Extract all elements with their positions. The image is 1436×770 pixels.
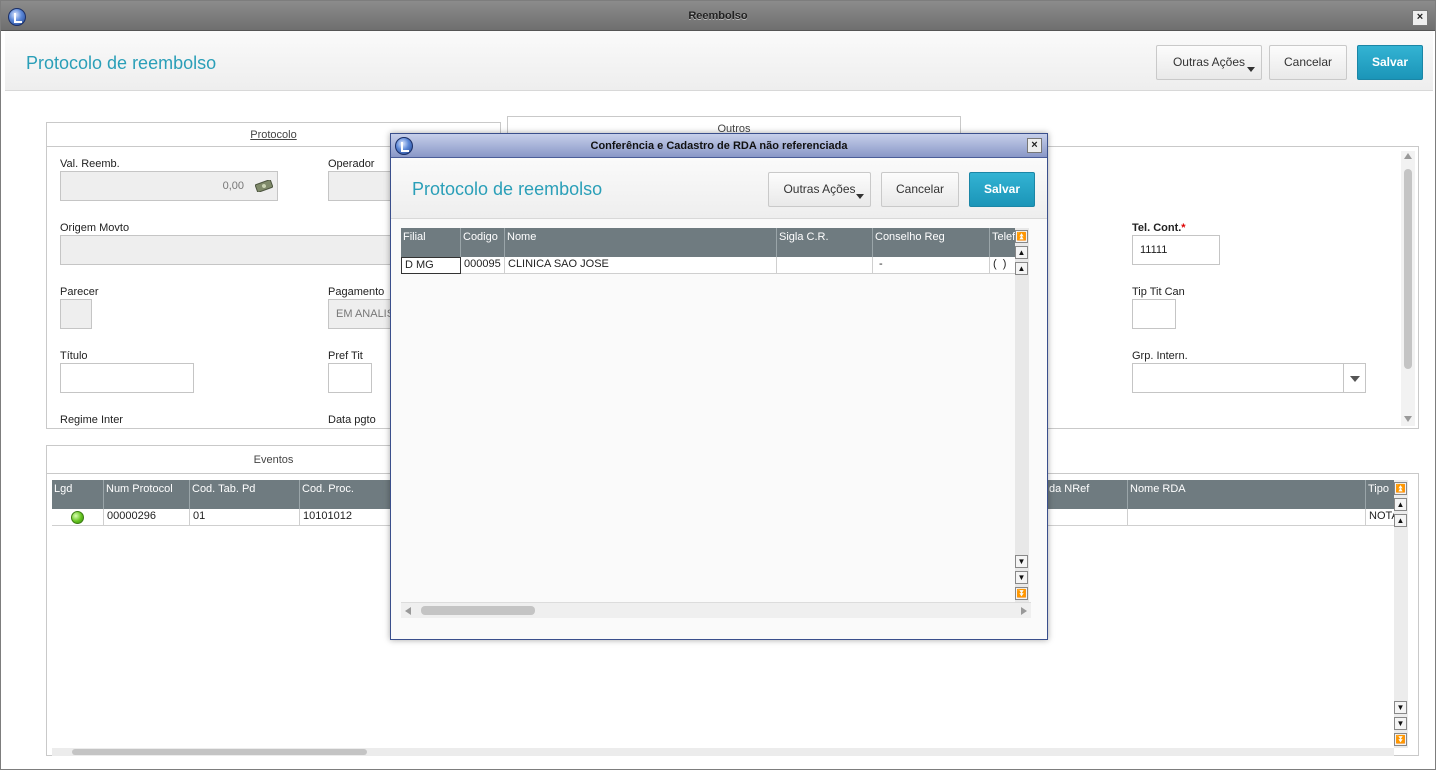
scroll-up-icon[interactable] (1404, 153, 1412, 159)
rda-horizontal-scrollbar[interactable] (401, 602, 1031, 618)
chevron-down-icon (856, 194, 864, 199)
cell-cod-tab-pd[interactable]: 01 (190, 509, 300, 526)
titulo-field[interactable] (60, 363, 194, 393)
grp-intern-dropdown-button[interactable] (1343, 364, 1365, 392)
scrollbar-thumb[interactable] (1404, 169, 1412, 369)
cancel-button[interactable]: Cancelar (1269, 45, 1347, 80)
operador-label: Operador (328, 158, 375, 170)
pref-tit-label: Pref Tit (328, 350, 363, 362)
col-nome[interactable]: Nome (505, 228, 777, 257)
next-page-button[interactable]: ▼ (1015, 571, 1028, 584)
prev-record-button[interactable]: ▲ (1015, 262, 1028, 275)
window-close-button[interactable]: × (1412, 10, 1428, 26)
col-filial[interactable]: Filial (401, 228, 461, 257)
scroll-right-icon[interactable] (1021, 607, 1027, 615)
tip-tit-can-label: Tip Tit Can (1132, 286, 1185, 298)
status-dot-icon (71, 511, 84, 524)
table-row[interactable]: D MG 000095 CLINICA SAO JOSE - ( ) (401, 257, 1015, 274)
scroll-left-icon[interactable] (405, 607, 411, 615)
val-reemb-field[interactable]: 0,00 (60, 171, 278, 201)
operador-field[interactable] (328, 171, 398, 201)
cell-conselho-reg[interactable]: - (873, 257, 990, 274)
origem-movto-field[interactable] (60, 235, 400, 265)
col-cod-proc[interactable]: Cod. Proc. (300, 480, 395, 509)
tel-cont-label: Tel. Cont. (1132, 222, 1186, 234)
col-codigo[interactable]: Codigo (461, 228, 505, 257)
next-record-button[interactable]: ▼ (1394, 701, 1407, 714)
grp-intern-label: Grp. Intern. (1132, 350, 1188, 362)
dialog-titlebar: Conferência e Cadastro de RDA não refere… (391, 134, 1047, 158)
next-record-button[interactable]: ▼ (1015, 555, 1028, 568)
col-da-nref[interactable]: da NRef (1047, 480, 1128, 509)
tip-tit-can-field[interactable] (1132, 299, 1176, 329)
window-title: Reembolso (688, 10, 748, 22)
prev-page-button[interactable]: ▲ (1015, 246, 1028, 259)
pagamento-field[interactable]: EM ANALISE (328, 299, 398, 329)
rda-grid-header: Filial Codigo Nome Sigla C.R. Conselho R… (401, 228, 1015, 257)
scrollbar-thumb[interactable] (421, 606, 535, 615)
page-title: Protocolo de reembolso (26, 53, 217, 73)
eventos-horizontal-scrollbar[interactable] (52, 748, 1394, 756)
outras-acoes-button[interactable]: Outras Ações (1156, 45, 1262, 80)
cell-telefone[interactable]: ( ) (990, 257, 1015, 274)
last-record-button[interactable]: ⏬ (1015, 587, 1028, 600)
outras-acoes-label: Outras Ações (1172, 55, 1246, 69)
dialog-cancel-button[interactable]: Cancelar (881, 172, 959, 207)
dialog-close-button[interactable]: × (1027, 138, 1042, 153)
parecer-field[interactable] (60, 299, 92, 329)
data-pgto-label: Data pgto (328, 414, 376, 426)
col-cod-tab-pd[interactable]: Cod. Tab. Pd (190, 480, 300, 509)
regime-inter-label: Regime Inter (60, 414, 123, 426)
next-page-button[interactable]: ▼ (1394, 717, 1407, 730)
col-sigla-cr[interactable]: Sigla C.R. (777, 228, 873, 257)
rda-vertical-scrollbar (1015, 228, 1029, 602)
last-record-button[interactable]: ⏬ (1394, 733, 1407, 746)
col-telefone[interactable]: Telef (990, 228, 1015, 257)
first-record-button[interactable]: ⏫ (1015, 230, 1028, 243)
scroll-down-icon[interactable] (1404, 416, 1412, 422)
tel-cont-field[interactable]: 11111 (1132, 235, 1220, 265)
cell-sigla-cr[interactable] (777, 257, 873, 274)
cell-nome[interactable]: CLINICA SAO JOSE (505, 257, 777, 274)
cell-filial[interactable]: D MG (401, 257, 461, 274)
money-icon[interactable] (255, 180, 273, 192)
grp-intern-select[interactable] (1132, 363, 1366, 393)
protocolo-vertical-scrollbar[interactable] (1401, 151, 1415, 426)
col-conselho-reg[interactable]: Conselho Reg (873, 228, 990, 257)
cell-da-nref[interactable] (1047, 509, 1128, 526)
dialog-save-button[interactable]: Salvar (969, 172, 1035, 207)
window-titlebar: Reembolso × (1, 1, 1435, 31)
origem-movto-label: Origem Movto (60, 222, 130, 234)
dialog-outras-acoes-label: Outras Ações (783, 182, 856, 196)
dialog-title: Conferência e Cadastro de RDA não refere… (590, 140, 848, 152)
first-record-button[interactable]: ⏫ (1394, 482, 1407, 495)
col-lgd[interactable]: Lgd (52, 480, 104, 509)
chevron-down-icon (1350, 376, 1360, 382)
page-header: Protocolo de reembolso Outras Ações Canc… (5, 31, 1433, 91)
dialog-outras-acoes-button[interactable]: Outras Ações (768, 172, 871, 207)
dialog-body: Filial Codigo Nome Sigla C.R. Conselho R… (391, 219, 1047, 639)
titulo-label: Título (60, 350, 88, 362)
cell-cod-proc[interactable]: 10101012 (300, 509, 395, 526)
col-tipo[interactable]: Tipo (1366, 480, 1394, 509)
prev-page-button[interactable]: ▲ (1394, 498, 1407, 511)
val-reemb-label: Val. Reemb. (60, 158, 120, 170)
cell-codigo[interactable]: 000095 (461, 257, 505, 274)
col-num-protocol[interactable]: Num Protocol (104, 480, 190, 509)
prev-record-button[interactable]: ▲ (1394, 514, 1407, 527)
dialog-header: Protocolo de reembolso Outras Ações Canc… (391, 158, 1047, 219)
parecer-label: Parecer (60, 286, 99, 298)
pref-tit-field[interactable] (328, 363, 372, 393)
dialog-page-title: Protocolo de reembolso (412, 179, 603, 199)
rda-dialog: Conferência e Cadastro de RDA não refere… (390, 133, 1048, 640)
cell-tipo[interactable]: NOTA (1366, 509, 1394, 526)
pagamento-label: Pagamento (328, 286, 385, 298)
chevron-down-icon (1247, 67, 1255, 72)
cell-nome-rda[interactable] (1128, 509, 1366, 526)
save-button[interactable]: Salvar (1357, 45, 1423, 80)
row-legend (52, 509, 104, 526)
col-nome-rda[interactable]: Nome RDA (1128, 480, 1366, 509)
cell-num-protocol[interactable]: 00000296 (104, 509, 190, 526)
scrollbar-thumb[interactable] (72, 749, 367, 755)
